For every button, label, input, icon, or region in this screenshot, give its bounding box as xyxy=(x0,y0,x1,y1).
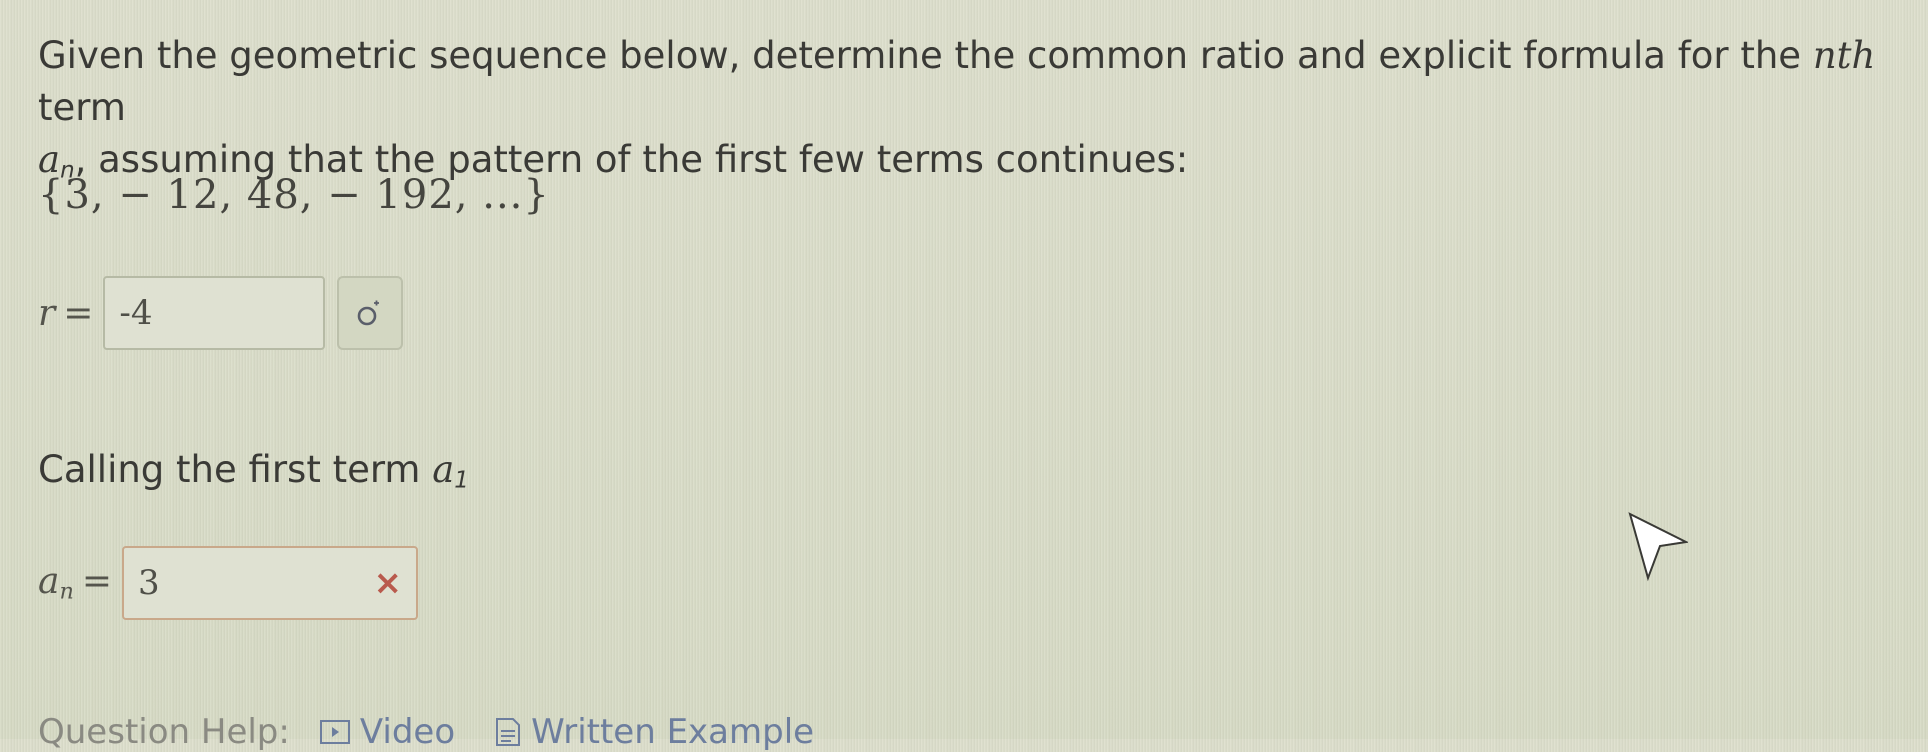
calling-first-term: Calling the first term a1 xyxy=(38,448,469,494)
question-help-label: Question Help: xyxy=(38,712,290,752)
ratio-value: -4 xyxy=(119,293,153,333)
formula-input[interactable]: 3 × xyxy=(122,546,419,620)
formula-value: 3 xyxy=(138,563,160,603)
prompt-term: term xyxy=(38,86,126,129)
mouse-cursor-icon xyxy=(1628,512,1688,582)
sigma-icon xyxy=(358,300,380,326)
ratio-label: r = xyxy=(38,292,94,334)
a1-symbol: a xyxy=(432,448,455,491)
nth-term-symbol: nth xyxy=(1812,34,1876,77)
video-link[interactable]: Video xyxy=(319,712,455,752)
question-help: Question Help: Video Written Example xyxy=(38,712,814,752)
ratio-input[interactable]: -4 xyxy=(103,276,326,350)
sequence: {3, − 12, 48, − 192, ...} xyxy=(38,172,550,218)
ratio-row: r = -4 xyxy=(38,276,404,350)
formula-label: an = xyxy=(38,561,113,605)
video-icon xyxy=(319,720,350,744)
document-icon xyxy=(496,718,521,746)
close-icon[interactable]: × xyxy=(374,563,403,603)
math-palette-button[interactable] xyxy=(337,276,404,350)
written-example-link[interactable]: Written Example xyxy=(495,712,814,752)
formula-row: an = 3 × xyxy=(38,546,419,620)
a1-subscript: 1 xyxy=(454,467,469,494)
prompt-text: Given the geometric sequence below, dete… xyxy=(38,34,1813,77)
